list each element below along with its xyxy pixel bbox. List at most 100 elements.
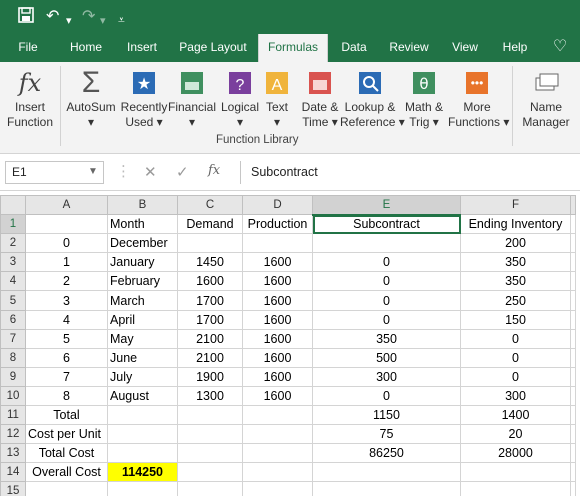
cell-b13[interactable] — [107, 443, 178, 464]
cell-empty[interactable] — [570, 309, 576, 330]
cell-a9[interactable]: 7 — [25, 366, 108, 387]
row-header[interactable]: 12 — [0, 424, 26, 445]
cell-e8[interactable]: 500 — [312, 347, 461, 368]
cell-e9[interactable]: 300 — [312, 366, 461, 387]
row-header[interactable]: 13 — [0, 443, 26, 464]
cell-d12[interactable] — [242, 424, 313, 445]
cell-b4[interactable]: February — [107, 271, 178, 292]
cell-empty[interactable] — [570, 233, 576, 254]
row-header[interactable]: 8 — [0, 347, 26, 368]
date-time-button[interactable]: Date & Time ▾ — [294, 66, 346, 142]
cell-c4[interactable]: 1600 — [177, 271, 243, 292]
cell-f6[interactable]: 150 — [460, 309, 571, 330]
cell-a13[interactable]: Total Cost — [25, 443, 108, 464]
cell-c13[interactable] — [177, 443, 243, 464]
cell-f5[interactable]: 250 — [460, 290, 571, 311]
cell-a11[interactable]: Total — [25, 405, 108, 426]
cell-e14[interactable] — [312, 462, 461, 483]
cell-d15[interactable] — [242, 481, 313, 496]
cell-b15[interactable] — [107, 481, 178, 496]
cell-e13[interactable]: 86250 — [312, 443, 461, 464]
cell-empty[interactable] — [570, 405, 576, 426]
column-header-b[interactable]: B — [107, 194, 178, 216]
cell-f9[interactable]: 0 — [460, 366, 571, 387]
cell-a14[interactable]: Overall Cost — [25, 462, 108, 483]
tab-formulas[interactable]: Formulas — [258, 34, 328, 62]
cell-b2[interactable]: December — [107, 233, 178, 254]
cell-c6[interactable]: 1700 — [177, 309, 243, 330]
cell-c10[interactable]: 1300 — [177, 385, 243, 407]
row-header[interactable]: 11 — [0, 405, 26, 426]
cell-b12[interactable] — [107, 424, 178, 445]
cell-a12[interactable]: Cost per Unit — [25, 424, 108, 445]
cell-f8[interactable]: 0 — [460, 347, 571, 368]
recently-used-button[interactable]: ★ Recently Used ▾ — [118, 66, 170, 142]
cell-c12[interactable] — [177, 424, 243, 445]
cell-e5[interactable]: 0 — [312, 290, 461, 311]
cell-f11[interactable]: 1400 — [460, 405, 571, 426]
row-header[interactable]: 9 — [0, 366, 26, 387]
cell-c15[interactable] — [177, 481, 243, 496]
row-header[interactable]: 6 — [0, 309, 26, 330]
cell-e10[interactable]: 0 — [312, 385, 461, 407]
cell-empty[interactable] — [570, 481, 576, 496]
cell-c3[interactable]: 1450 — [177, 252, 243, 273]
tab-review[interactable]: Review — [384, 34, 434, 62]
row-header[interactable]: 14 — [0, 462, 26, 483]
lookup-reference-button[interactable]: Lookup & Reference ▾ — [340, 66, 405, 142]
cell-empty[interactable] — [570, 366, 576, 387]
cell-c1[interactable]: Demand — [177, 214, 243, 235]
cell-b7[interactable]: May — [107, 328, 178, 349]
cell-a7[interactable]: 5 — [25, 328, 108, 349]
cell-empty[interactable] — [570, 271, 576, 292]
tab-help[interactable]: Help — [496, 34, 534, 62]
cell-a4[interactable]: 2 — [25, 271, 108, 292]
redo-dropdown-icon[interactable]: ▾ — [100, 11, 106, 31]
cell-d9[interactable]: 1600 — [242, 366, 313, 387]
cell-b14[interactable]: 114250 — [107, 462, 178, 483]
tab-view[interactable]: View — [446, 34, 484, 62]
column-header-d[interactable]: D — [242, 194, 313, 216]
cell-b11[interactable] — [107, 405, 178, 426]
cell-e2[interactable] — [312, 233, 461, 254]
cell-c7[interactable]: 2100 — [177, 328, 243, 349]
financial-button[interactable]: Financial ▾ — [166, 66, 218, 142]
cell-c5[interactable]: 1700 — [177, 290, 243, 311]
tab-data[interactable]: Data — [334, 34, 374, 62]
cell-empty[interactable] — [570, 462, 576, 483]
cell-d10[interactable]: 1600 — [242, 385, 313, 407]
tab-file[interactable]: File — [8, 34, 48, 62]
row-header[interactable]: 1 — [0, 214, 26, 235]
row-header[interactable]: 15 — [0, 481, 26, 496]
undo-dropdown-icon[interactable]: ▾ — [66, 11, 72, 31]
cell-c11[interactable] — [177, 405, 243, 426]
cell-e3[interactable]: 0 — [312, 252, 461, 273]
cell-d6[interactable]: 1600 — [242, 309, 313, 330]
cell-d2[interactable] — [242, 233, 313, 254]
cell-empty[interactable] — [570, 290, 576, 311]
save-icon[interactable] — [18, 7, 34, 29]
column-header-f[interactable]: F — [460, 194, 571, 216]
cell-b3[interactable]: January — [107, 252, 178, 273]
cell-empty[interactable] — [570, 252, 576, 273]
cell-c9[interactable]: 1900 — [177, 366, 243, 387]
cell-empty[interactable] — [570, 443, 576, 464]
row-header[interactable]: 4 — [0, 271, 26, 292]
cell-b8[interactable]: June — [107, 347, 178, 368]
cell-f7[interactable]: 0 — [460, 328, 571, 349]
cell-a15[interactable] — [25, 481, 108, 496]
cell-c8[interactable]: 2100 — [177, 347, 243, 368]
formula-input[interactable]: Subcontract — [240, 161, 580, 184]
cell-d14[interactable] — [242, 462, 313, 483]
cell-b1[interactable]: Month — [107, 214, 178, 235]
cell-d1[interactable]: Production — [242, 214, 313, 235]
cell-a3[interactable]: 1 — [25, 252, 108, 273]
customize-icon[interactable]: ⩡ — [118, 10, 125, 30]
row-header[interactable]: 2 — [0, 233, 26, 254]
cell-d11[interactable] — [242, 405, 313, 426]
name-manager-button[interactable]: Name Manager — [520, 66, 572, 142]
cell-d4[interactable]: 1600 — [242, 271, 313, 292]
cell-f12[interactable]: 20 — [460, 424, 571, 445]
tab-home[interactable]: Home — [62, 34, 110, 62]
cell-f10[interactable]: 300 — [460, 385, 571, 407]
